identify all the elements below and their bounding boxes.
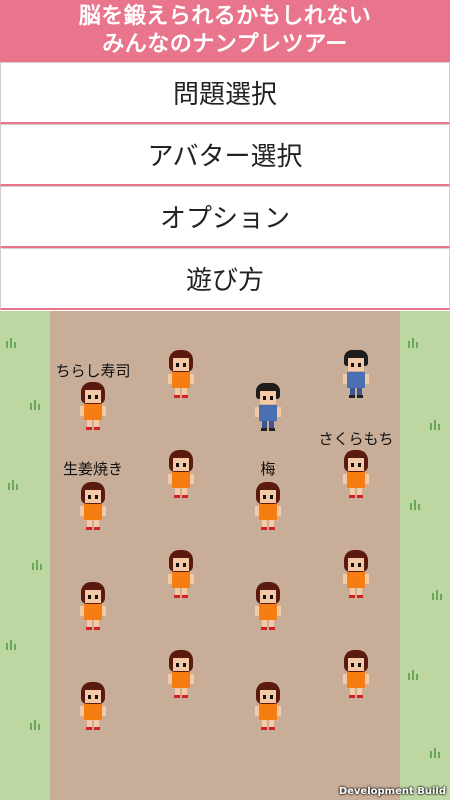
menu-options-button[interactable]: オプション — [0, 186, 450, 248]
title-line-2: みんなのナンプレツアー — [102, 32, 348, 57]
menu-problem-select-button[interactable]: 問題選択 — [0, 62, 450, 124]
player-name-label: 生姜焼き — [62, 460, 123, 478]
player-avatar — [163, 450, 199, 500]
player-name-label: 梅 — [260, 460, 276, 478]
player-avatar — [75, 582, 111, 632]
player-avatar — [163, 550, 199, 600]
title-line-1: 脳を鍛えられるかもしれない — [78, 4, 372, 29]
player-avatar — [250, 383, 286, 433]
player-avatar — [338, 450, 374, 500]
player-avatar — [338, 650, 374, 700]
player-avatar — [338, 550, 374, 600]
player-avatar — [75, 682, 111, 732]
player-avatar — [338, 350, 374, 400]
player-name-label: ちらし寿司 — [55, 362, 131, 380]
play-field — [0, 311, 450, 800]
player-avatar — [250, 482, 286, 532]
player-avatar — [163, 350, 199, 400]
player-name-label: さくらもち — [318, 430, 394, 448]
app-header: 脳を鍛えられるかもしれない みんなのナンプレツアー — [0, 0, 450, 62]
player-avatar — [75, 382, 111, 432]
development-build-label: Development Build — [338, 786, 446, 797]
menu-avatar-select-button[interactable]: アバター選択 — [0, 124, 450, 186]
main-menu: 問題選択 アバター選択 オプション 遊び方 — [0, 62, 450, 310]
player-avatar — [75, 482, 111, 532]
menu-how-to-play-button[interactable]: 遊び方 — [0, 248, 450, 310]
grass-border-left — [0, 311, 50, 800]
player-avatar — [163, 650, 199, 700]
player-avatar — [250, 582, 286, 632]
player-avatar — [250, 682, 286, 732]
grass-border-right — [400, 311, 450, 800]
